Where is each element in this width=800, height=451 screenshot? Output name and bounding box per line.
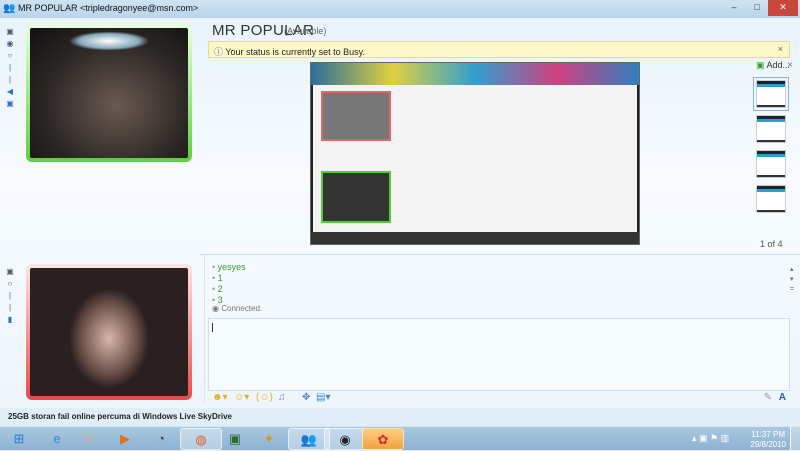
taskbar: ⊞ e ▭ ▶ ◔ ◍ ▣ ✦ 👥 ◉ ✿ ▴ ▣ ⚑ ▥ 11:37 PM 2…: [0, 426, 800, 451]
emoticon-button[interactable]: ☻▾: [212, 392, 228, 403]
system-message-text: Connected.: [221, 304, 263, 313]
font-button[interactable]: A: [779, 392, 786, 403]
app-icon[interactable]: ✦: [248, 428, 290, 450]
photo-thumbnail[interactable]: [753, 77, 789, 111]
show-desktop-button[interactable]: [790, 427, 800, 451]
webcam-icon: ◉: [212, 304, 219, 313]
volume-slider[interactable]: ○ | |: [4, 278, 16, 314]
system-tray-icons[interactable]: ▴ ▣ ⚑ ▥: [692, 433, 729, 444]
clock[interactable]: 11:37 PM 29/8/2010: [750, 430, 786, 450]
start-button[interactable]: ⊞: [4, 428, 34, 450]
microphone-icon[interactable]: ▮: [4, 314, 16, 326]
status-notice-text: Your status is currently set to Busy.: [225, 47, 365, 57]
self-side-controls: ▣ ○ | | ▮: [4, 266, 16, 326]
shared-photo-header: [311, 63, 639, 85]
camera-app-icon[interactable]: ◉: [324, 428, 366, 450]
skydrive-ad-link[interactable]: 25GB storan fail online percuma di Windo…: [8, 412, 232, 421]
volume-slider[interactable]: ○ | |: [4, 50, 16, 86]
maximize-button[interactable]: □: [746, 0, 768, 16]
close-sharing-button[interactable]: ×: [787, 60, 793, 71]
divider: [200, 254, 800, 255]
picasa-icon[interactable]: ✿: [362, 428, 404, 450]
status-notice-bar: ⓘ Your status is currently set to Busy. …: [208, 41, 790, 58]
chat-message: 2: [212, 284, 246, 295]
webcam-icon[interactable]: ◉: [4, 38, 16, 50]
handwriting-button[interactable]: ✎: [764, 392, 772, 403]
contact-webcam-frame: [26, 24, 192, 162]
clock-time: 11:37 PM: [751, 430, 786, 439]
message-input[interactable]: [208, 318, 790, 391]
messenger-icon: 👥: [3, 3, 16, 14]
photo-thumbnail[interactable]: [756, 115, 786, 143]
chat-message: 1: [212, 273, 246, 284]
display-picture-icon[interactable]: ▣: [4, 26, 16, 38]
close-button[interactable]: ✕: [768, 0, 798, 16]
games-button[interactable]: ✥: [302, 392, 310, 403]
chat-message: yesyes: [212, 262, 246, 273]
contact-status: (Available): [284, 26, 327, 36]
divider: [204, 254, 205, 404]
video-icon[interactable]: ▣: [4, 98, 16, 110]
nudge-button[interactable]: (☺): [256, 392, 273, 403]
shared-photo[interactable]: [310, 62, 640, 245]
wink-button[interactable]: ☺▾: [234, 392, 249, 403]
add-photo-button[interactable]: ▣ Add...: [756, 60, 790, 71]
info-icon: ⓘ: [214, 47, 224, 57]
chat-scrollbar[interactable]: ▴ ▾ =: [790, 265, 794, 295]
system-message: ◉ Connected.: [212, 304, 262, 313]
voice-clip-button[interactable]: ♫: [278, 392, 286, 403]
display-picture-icon[interactable]: ▣: [4, 266, 16, 278]
photo-thumbnail[interactable]: [756, 185, 786, 213]
speaker-icon[interactable]: ◀: [4, 86, 16, 98]
add-photo-icon: ▣: [756, 60, 765, 70]
photo-page-counter: 1 of 4: [760, 239, 783, 249]
search-app-icon[interactable]: ◔: [140, 428, 182, 450]
shared-photo-body: [313, 85, 637, 232]
clock-date: 29/8/2010: [750, 440, 786, 449]
photo-thumbnail[interactable]: [756, 150, 786, 178]
notice-close-button[interactable]: ×: [778, 44, 783, 54]
self-webcam-video: [30, 268, 188, 396]
contact-side-controls: ▣ ◉ ○ | | ◀ ▣: [4, 26, 16, 110]
background-button[interactable]: ▤▾: [316, 392, 330, 403]
self-webcam-frame: [26, 264, 192, 400]
minimize-button[interactable]: –: [722, 0, 746, 16]
formatting-toolbar: ☻▾ ☺▾ (☺) ♫ ✥ ▤▾ ✎ A: [208, 392, 790, 408]
contact-webcam-video: [30, 28, 188, 158]
chat-history: yesyes 1 2 3: [212, 262, 246, 306]
text-cursor: [212, 323, 213, 332]
window-title: MR POPULAR <tripledragonyee@msn.com>: [18, 3, 199, 13]
title-bar: 👥 MR POPULAR <tripledragonyee@msn.com> –…: [0, 0, 800, 18]
